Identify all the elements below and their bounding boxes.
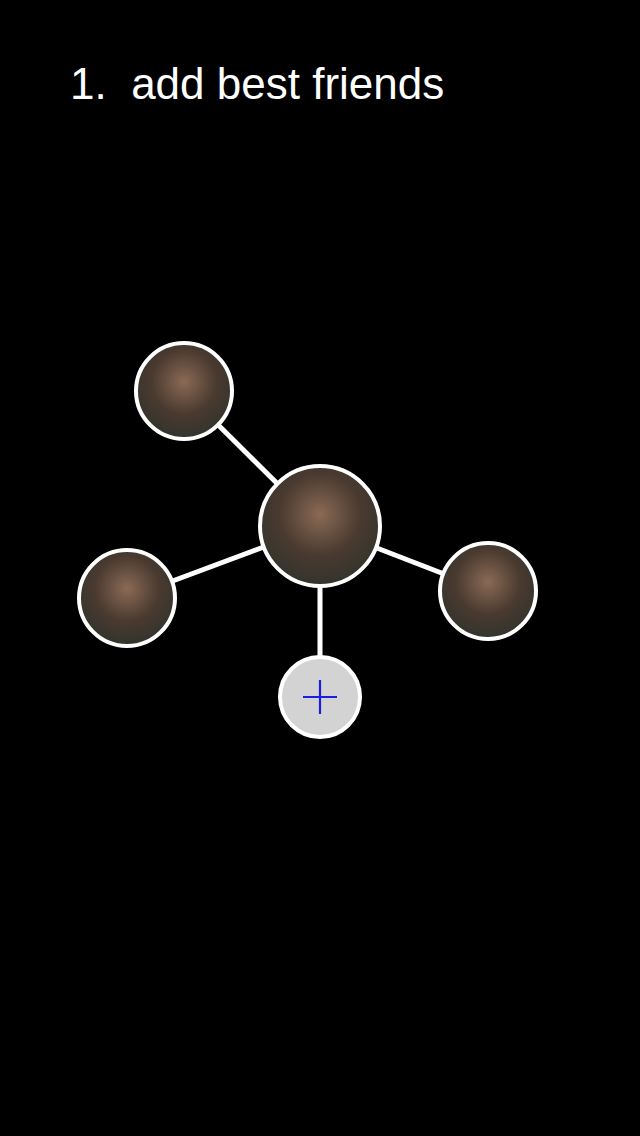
friend-avatar[interactable] — [438, 541, 538, 641]
add-friend-button[interactable] — [278, 655, 362, 739]
step-title: 1. add best friends — [0, 0, 640, 110]
plus-icon — [302, 679, 338, 715]
my-avatar[interactable] — [258, 464, 382, 588]
friend-avatar[interactable] — [134, 341, 234, 441]
friends-graph — [0, 110, 640, 1136]
friend-avatar[interactable] — [77, 548, 177, 648]
screen: 1. add best friends — [0, 0, 640, 1136]
